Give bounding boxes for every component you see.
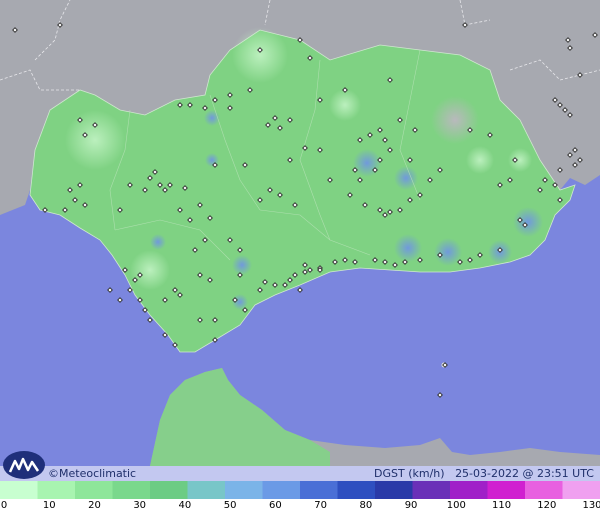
variable-label: DGST (km/h) (374, 467, 445, 480)
scale-swatch (112, 481, 151, 499)
scale-tick-label: 120 (537, 500, 557, 511)
status-text: DGST (km/h) 25-03-2022 @ 23:51 UTC (374, 467, 594, 480)
scale-swatch (187, 481, 226, 499)
scale-tick-label: 40 (178, 500, 192, 511)
scale-tick-label: 10 (42, 500, 56, 511)
datetime-label: 25-03-2022 @ 23:51 UTC (455, 467, 594, 480)
scale-swatch (562, 481, 600, 499)
scale-swatch (150, 481, 188, 499)
scale-tick-label: 90 (404, 500, 418, 511)
scale-swatch (525, 481, 563, 499)
scale-tick-label: 80 (359, 500, 373, 511)
scale-swatch (337, 481, 376, 499)
brand-text: ©Meteoclimatic (48, 467, 137, 480)
scale-swatch (0, 481, 38, 499)
scale-tick-label: 130 (582, 500, 600, 511)
scale-swatch (412, 481, 451, 499)
wind-gust-map (0, 0, 600, 466)
scale-tick-label: 70 (314, 500, 327, 511)
color-scale-labels: 0 10 20 30 40 50 60 70 80 90 100 110 120 130 (0, 499, 600, 517)
scale-swatch (225, 481, 263, 499)
scale-swatch (487, 481, 526, 499)
scale-tick-label: 50 (223, 500, 237, 511)
color-scale (0, 481, 600, 499)
scale-tick-label: 60 (269, 500, 282, 511)
scale-swatch (37, 481, 76, 499)
scale-tick-label: 20 (88, 500, 101, 511)
scale-swatch (375, 481, 413, 499)
scale-swatch (300, 481, 338, 499)
scale-tick-label: 30 (133, 500, 147, 511)
scale-tick-label: 110 (491, 500, 512, 511)
scale-swatch (75, 481, 113, 499)
meteoclimatic-logo-icon (3, 451, 45, 479)
scale-tick-label: 0 (0, 500, 8, 511)
scale-tick-label: 100 (446, 500, 466, 511)
scale-swatch (450, 481, 488, 499)
scale-swatch (262, 481, 301, 499)
